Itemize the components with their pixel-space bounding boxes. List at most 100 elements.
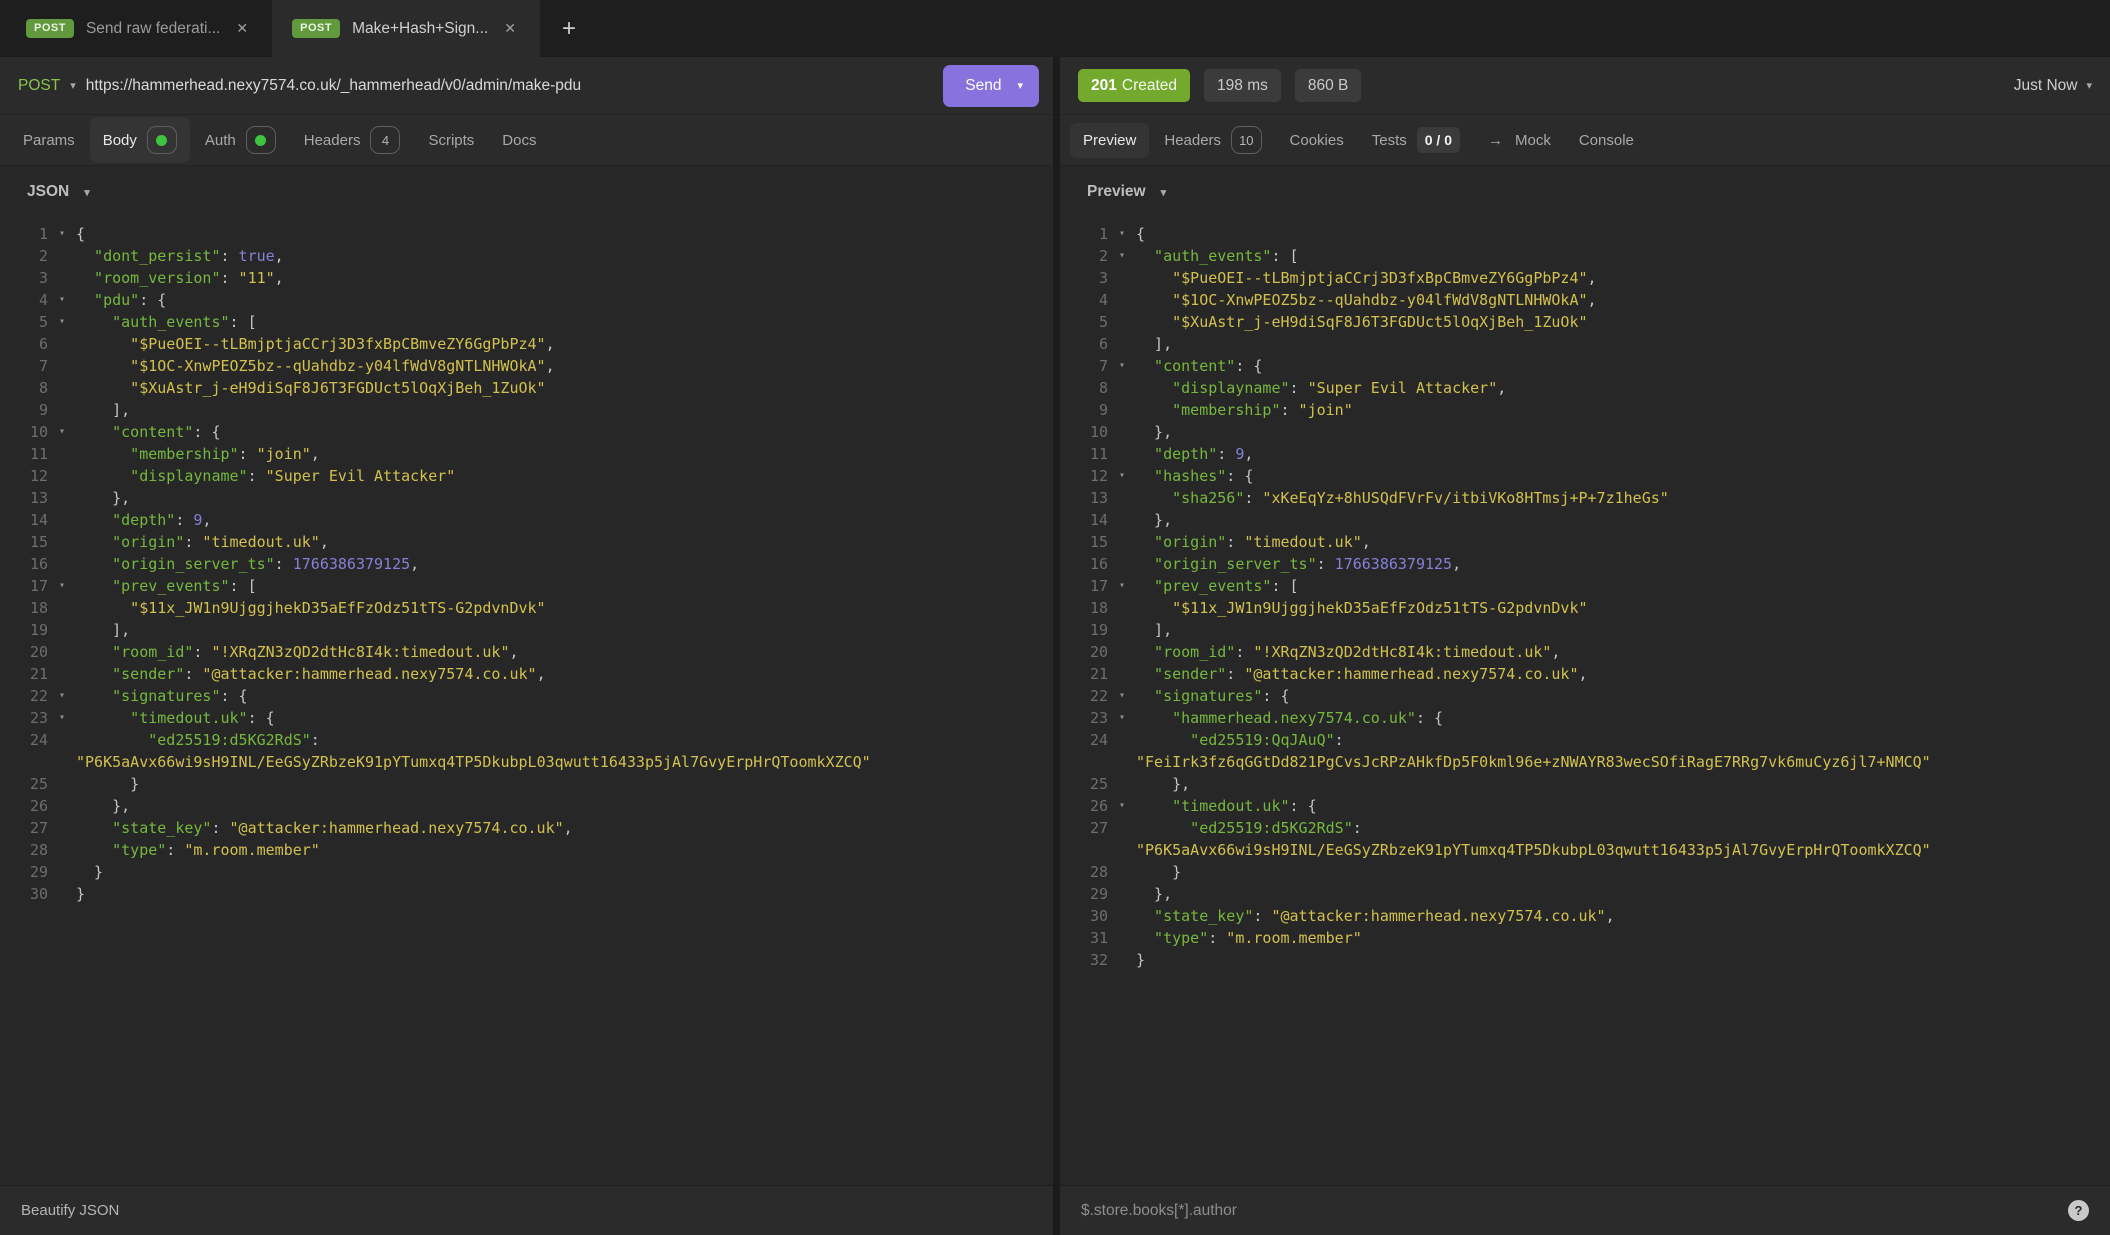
code-line[interactable]: 6"$PueOEI--tLBmjptjaCCrj3D3fxBpCBmveZY6G… — [0, 333, 1053, 355]
fold-caret-icon[interactable]: ▾ — [1108, 223, 1136, 245]
code-line[interactable]: 12"displayname": "Super Evil Attacker" — [0, 465, 1053, 487]
code-line[interactable]: 12▾"hashes": { — [1060, 465, 2110, 487]
code-line[interactable]: 5▾"auth_events": [ — [0, 311, 1053, 333]
code-line[interactable]: 11"membership": "join", — [0, 443, 1053, 465]
fold-caret-icon[interactable]: ▾ — [1108, 795, 1136, 817]
request-tab-docs[interactable]: Docs — [489, 123, 549, 158]
response-body-viewer[interactable]: 1▾{2▾"auth_events": [3"$PueOEI--tLBmjptj… — [1060, 218, 2110, 1185]
code-line[interactable]: 2"dont_persist": true, — [0, 245, 1053, 267]
code-line[interactable]: 7▾"content": { — [1060, 355, 2110, 377]
code-line[interactable]: 20"room_id": "!XRqZN3zQD2dtHc8I4k:timedo… — [1060, 641, 2110, 663]
code-line[interactable]: 3"$PueOEI--tLBmjptjaCCrj3D3fxBpCBmveZY6G… — [1060, 267, 2110, 289]
code-line[interactable]: 11"depth": 9, — [1060, 443, 2110, 465]
code-line[interactable]: 10}, — [1060, 421, 2110, 443]
chevron-down-icon[interactable]: ▾ — [84, 186, 90, 199]
code-line[interactable]: 9], — [0, 399, 1053, 421]
code-line[interactable]: 4▾"pdu": { — [0, 289, 1053, 311]
code-line[interactable]: 19], — [1060, 619, 2110, 641]
code-line[interactable]: 28"type": "m.room.member" — [0, 839, 1053, 861]
fold-caret-icon[interactable]: ▾ — [48, 421, 76, 443]
send-button[interactable]: Send ▾ — [943, 65, 1039, 107]
code-line[interactable]: 27"state_key": "@attacker:hammerhead.nex… — [0, 817, 1053, 839]
code-line[interactable]: 8"$XuAstr_j-eH9diSqF8J6T3FGDUct5lOqXjBeh… — [0, 377, 1053, 399]
fold-caret-icon[interactable]: ▾ — [1108, 707, 1136, 729]
request-method-select[interactable]: POST — [18, 77, 60, 95]
code-line[interactable]: 22▾"signatures": { — [0, 685, 1053, 707]
code-line[interactable]: 18"$11x_JW1n9UjggjhekD35aEfFzOdz51tTS-G2… — [0, 597, 1053, 619]
code-line[interactable]: 5"$XuAstr_j-eH9diSqF8J6T3FGDUct5lOqXjBeh… — [1060, 311, 2110, 333]
code-line[interactable]: 29} — [0, 861, 1053, 883]
response-tab-tests[interactable]: Tests0 / 0 — [1359, 118, 1473, 162]
code-line[interactable]: 26}, — [0, 795, 1053, 817]
code-line[interactable]: 4"$1OC-XnwPEOZ5bz--qUahdbz-y04lfWdV8gNTL… — [1060, 289, 2110, 311]
code-line-wrap[interactable]: "FeiIrk3fz6qGGtDd821PgCvsJcRPzAHkfDp5F0k… — [1060, 751, 2110, 773]
fold-caret-icon[interactable]: ▾ — [1108, 575, 1136, 597]
workspace-tab[interactable]: POSTMake+Hash+Sign...✕ — [272, 0, 540, 57]
code-line[interactable]: 24"ed25519:QqJAuQ": — [1060, 729, 2110, 751]
workspace-tab[interactable]: POSTSend raw federati...✕ — [6, 0, 272, 57]
code-line[interactable]: 16"origin_server_ts": 1766386379125, — [0, 553, 1053, 575]
fold-caret-icon[interactable]: ▾ — [48, 289, 76, 311]
code-line[interactable]: 6], — [1060, 333, 2110, 355]
code-line[interactable]: 31"type": "m.room.member" — [1060, 927, 2110, 949]
request-tab-params[interactable]: Params — [10, 123, 88, 158]
code-line[interactable]: 28} — [1060, 861, 2110, 883]
code-line[interactable]: 30"state_key": "@attacker:hammerhead.nex… — [1060, 905, 2110, 927]
preview-mode-select[interactable]: Preview — [1087, 183, 1146, 201]
request-tab-headers[interactable]: Headers4 — [291, 117, 414, 163]
code-line[interactable]: 21"sender": "@attacker:hammerhead.nexy75… — [0, 663, 1053, 685]
code-line[interactable]: 24"ed25519:d5KG2RdS": — [0, 729, 1053, 751]
response-tab-preview[interactable]: Preview — [1070, 123, 1149, 158]
response-tab-console[interactable]: Console — [1566, 123, 1647, 158]
chevron-down-icon[interactable]: ▾ — [70, 79, 76, 92]
request-tab-scripts[interactable]: Scripts — [415, 123, 487, 158]
code-line[interactable]: 23▾"hammerhead.nexy7574.co.uk": { — [1060, 707, 2110, 729]
code-line[interactable]: 1▾{ — [0, 223, 1053, 245]
help-icon[interactable]: ? — [2068, 1200, 2089, 1221]
pane-resize-handle[interactable] — [1053, 57, 1060, 1235]
beautify-json-button[interactable]: Beautify JSON — [21, 1202, 119, 1219]
code-line[interactable]: 19], — [0, 619, 1053, 641]
response-tab-mock[interactable]: →Mock — [1475, 123, 1564, 158]
code-line[interactable]: 20"room_id": "!XRqZN3zQD2dtHc8I4k:timedo… — [0, 641, 1053, 663]
jsonpath-filter-input[interactable]: $.store.books[*].author — [1081, 1202, 2056, 1220]
code-line[interactable]: 21"sender": "@attacker:hammerhead.nexy75… — [1060, 663, 2110, 685]
fold-caret-icon[interactable]: ▾ — [48, 311, 76, 333]
code-line[interactable]: 14"depth": 9, — [0, 509, 1053, 531]
response-tab-cookies[interactable]: Cookies — [1277, 123, 1357, 158]
close-icon[interactable]: ✕ — [232, 18, 252, 39]
code-line[interactable]: 30} — [0, 883, 1053, 905]
new-tab-button[interactable]: + — [540, 0, 598, 57]
code-line[interactable]: 3"room_version": "11", — [0, 267, 1053, 289]
code-line[interactable]: 32} — [1060, 949, 2110, 971]
code-line[interactable]: 23▾"timedout.uk": { — [0, 707, 1053, 729]
fold-caret-icon[interactable]: ▾ — [48, 575, 76, 597]
request-body-editor[interactable]: 1▾{2"dont_persist": true,3"room_version"… — [0, 218, 1053, 1185]
request-tab-body[interactable]: Body — [90, 117, 190, 163]
code-line[interactable]: 1▾{ — [1060, 223, 2110, 245]
code-line[interactable]: 8"displayname": "Super Evil Attacker", — [1060, 377, 2110, 399]
code-line-wrap[interactable]: "P6K5aAvx66wi9sH9INL/EeGSyZRbzeK91pYTumx… — [0, 751, 1053, 773]
code-line[interactable]: 29}, — [1060, 883, 2110, 905]
request-tab-auth[interactable]: Auth — [192, 117, 289, 163]
code-line[interactable]: 15"origin": "timedout.uk", — [0, 531, 1053, 553]
code-line[interactable]: 2▾"auth_events": [ — [1060, 245, 2110, 267]
code-line-wrap[interactable]: "P6K5aAvx66wi9sH9INL/EeGSyZRbzeK91pYTumx… — [1060, 839, 2110, 861]
fold-caret-icon[interactable]: ▾ — [1108, 355, 1136, 377]
code-line[interactable]: 9"membership": "join" — [1060, 399, 2110, 421]
fold-caret-icon[interactable]: ▾ — [1108, 245, 1136, 267]
code-line[interactable]: 25} — [0, 773, 1053, 795]
code-line[interactable]: 26▾"timedout.uk": { — [1060, 795, 2110, 817]
code-line[interactable]: 25}, — [1060, 773, 2110, 795]
response-history-dropdown[interactable]: Just Now ▾ — [2014, 77, 2092, 95]
response-tab-headers[interactable]: Headers10 — [1151, 117, 1274, 163]
code-line[interactable]: 16"origin_server_ts": 1766386379125, — [1060, 553, 2110, 575]
close-icon[interactable]: ✕ — [500, 18, 520, 39]
fold-caret-icon[interactable]: ▾ — [1108, 685, 1136, 707]
code-line[interactable]: 13}, — [0, 487, 1053, 509]
code-line[interactable]: 17▾"prev_events": [ — [0, 575, 1053, 597]
fold-caret-icon[interactable]: ▾ — [48, 685, 76, 707]
fold-caret-icon[interactable]: ▾ — [48, 223, 76, 245]
code-line[interactable]: 14}, — [1060, 509, 2110, 531]
chevron-down-icon[interactable]: ▾ — [1161, 186, 1167, 199]
